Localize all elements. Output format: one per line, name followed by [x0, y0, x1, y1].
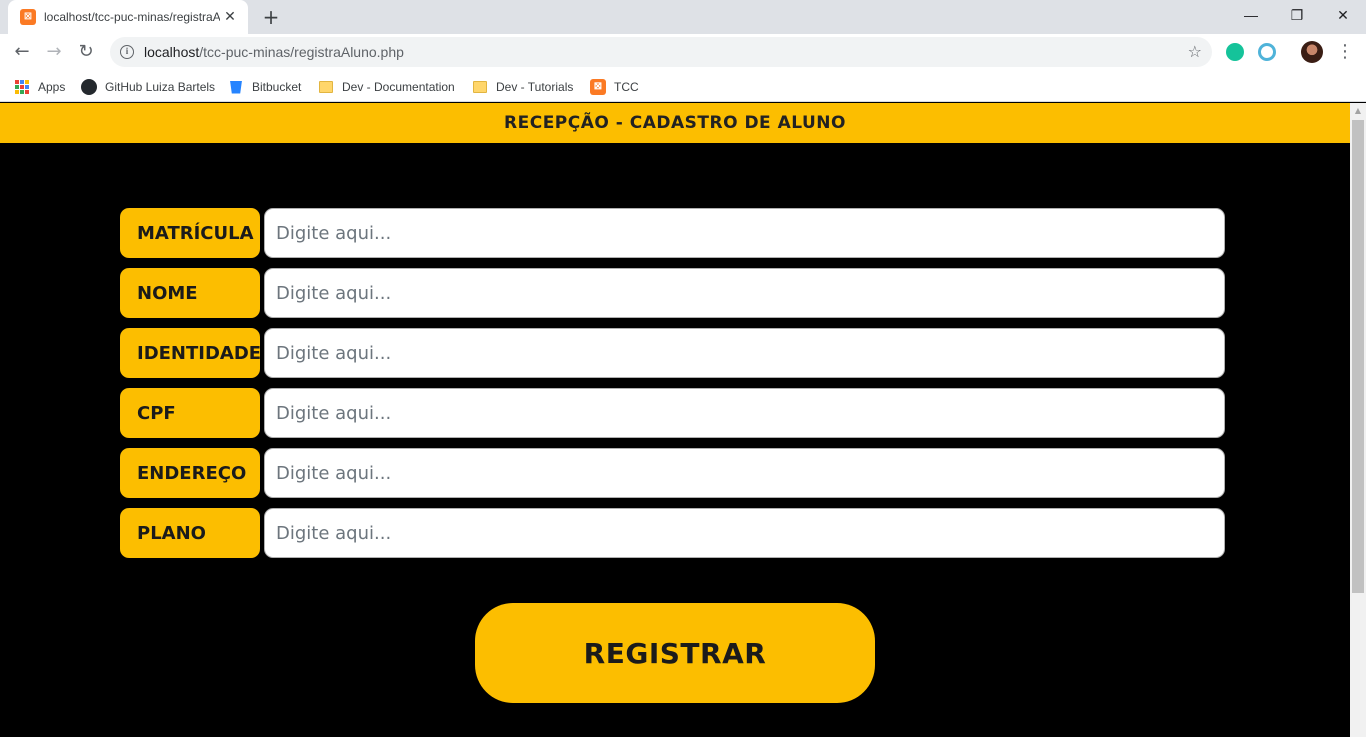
close-window-button[interactable]: ✕ [1320, 0, 1366, 30]
bookmark-label: Dev - Documentation [342, 80, 455, 94]
form-row-plano: PLANO [120, 508, 1225, 558]
page-content: RECEPÇÃO - CADASTRO DE ALUNO MATRÍCULA N… [0, 103, 1350, 737]
address-bar[interactable]: i localhost/tcc-puc-minas/registraAluno.… [110, 37, 1212, 67]
maximize-button[interactable]: ❐ [1274, 0, 1320, 30]
new-tab-button[interactable]: + [259, 5, 283, 29]
page-scrollbar[interactable]: ▲ [1350, 103, 1366, 737]
plano-input[interactable] [264, 508, 1225, 558]
url-path: /tcc-puc-minas/registraAluno.php [199, 44, 404, 60]
reload-icon[interactable]: ↻ [74, 40, 98, 64]
bookmark-bitbucket[interactable]: Bitbucket [228, 76, 301, 98]
form-row-identidade: IDENTIDADE [120, 328, 1225, 378]
nome-label: NOME [120, 268, 260, 318]
matricula-input[interactable] [264, 208, 1225, 258]
scroll-up-arrow-icon[interactable]: ▲ [1350, 103, 1366, 119]
xampp-icon: ⊠ [20, 9, 36, 25]
bookmark-dev-tutorials[interactable]: Dev - Tutorials [472, 76, 573, 98]
bookmark-github[interactable]: GitHub Luiza Bartels [81, 76, 215, 98]
bitbucket-icon-wrap [228, 79, 244, 95]
identidade-label: IDENTIDADE [120, 328, 261, 378]
cpf-label: CPF [120, 388, 260, 438]
back-arrow-icon[interactable]: ← [10, 40, 34, 64]
forward-arrow-icon[interactable]: → [42, 40, 66, 64]
apps-grid-icon [14, 79, 30, 95]
cpf-input[interactable] [264, 388, 1225, 438]
info-icon[interactable]: i [120, 45, 134, 59]
bookmark-dev-documentation[interactable]: Dev - Documentation [318, 76, 455, 98]
bookmark-label: Apps [38, 80, 66, 94]
folder-icon-wrap [318, 79, 334, 95]
profile-avatar[interactable] [1301, 41, 1323, 63]
identidade-input[interactable] [264, 328, 1225, 378]
folder-icon [319, 81, 333, 93]
url-host: localhost [144, 44, 200, 60]
github-icon-wrap [81, 79, 97, 95]
plano-label: PLANO [120, 508, 260, 558]
kebab-menu-icon[interactable]: ⋮ [1336, 40, 1354, 64]
matricula-label: MATRÍCULA [120, 208, 260, 258]
scroll-thumb[interactable] [1352, 120, 1364, 593]
bitbucket-icon [230, 80, 242, 94]
tab-close-icon[interactable]: ✕ [222, 9, 238, 25]
folder-icon-wrap [472, 79, 488, 95]
form-row-nome: NOME [120, 268, 1225, 318]
form-row-cpf: CPF [120, 388, 1225, 438]
form-row-matricula: MATRÍCULA [120, 208, 1225, 258]
minimize-button[interactable]: — [1228, 0, 1274, 30]
endereco-input[interactable] [264, 448, 1225, 498]
page-header: RECEPÇÃO - CADASTRO DE ALUNO [0, 103, 1350, 143]
xampp-icon-wrap: ⊠ [590, 79, 606, 95]
url-text: localhost/tcc-puc-minas/registraAluno.ph… [144, 44, 404, 60]
bookmark-star-icon[interactable]: ☆ [1188, 42, 1202, 61]
xampp-icon: ⊠ [590, 79, 606, 95]
bookmark-tcc[interactable]: ⊠ TCC [590, 76, 639, 98]
page-title: RECEPÇÃO - CADASTRO DE ALUNO [504, 113, 846, 133]
bookmarks-bar: Apps GitHub Luiza Bartels Bitbucket Dev … [0, 71, 1366, 102]
github-icon [81, 79, 97, 95]
endereco-label: ENDEREÇO [120, 448, 260, 498]
folder-icon [473, 81, 487, 93]
register-button[interactable]: REGISTRAR [475, 603, 875, 703]
bookmark-label: Bitbucket [252, 80, 302, 94]
bookmark-label: Dev - Tutorials [496, 80, 574, 94]
nome-input[interactable] [264, 268, 1225, 318]
browser-tab[interactable]: ⊠ localhost/tcc-puc-minas/registraAluno.… [8, 0, 248, 34]
bookmark-apps[interactable]: Apps [14, 76, 65, 98]
grammarly-icon[interactable] [1226, 43, 1244, 61]
extension-icon[interactable] [1258, 43, 1276, 61]
tab-title: localhost/tcc-puc-minas/registraAluno.ph… [44, 10, 220, 24]
bookmark-label: GitHub Luiza Bartels [105, 80, 216, 94]
tab-strip: ⊠ localhost/tcc-puc-minas/registraAluno.… [0, 0, 1366, 34]
bookmark-label: TCC [614, 80, 639, 94]
form-row-endereco: ENDEREÇO [120, 448, 1225, 498]
browser-toolbar: ← → ↻ i localhost/tcc-puc-minas/registra… [0, 34, 1366, 71]
